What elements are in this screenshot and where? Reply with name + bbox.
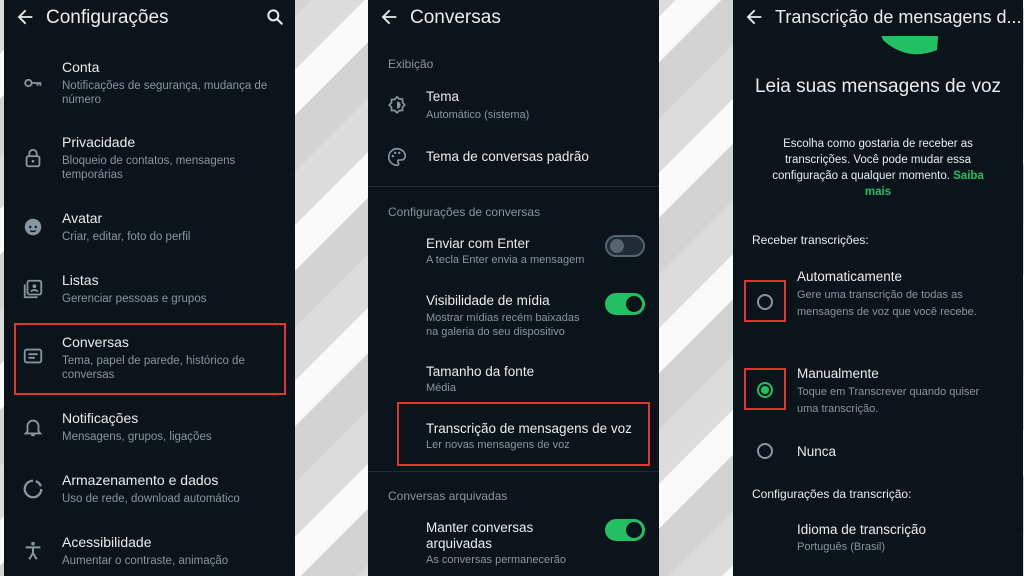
description-text: Escolha como gostaria de receber as tran…: [772, 138, 973, 182]
item-title: Manter conversas arquivadas: [426, 520, 534, 551]
item-title: Listas: [62, 272, 99, 288]
item-subtitle: Uso de rede, download automático: [62, 493, 240, 505]
key-icon: [24, 78, 42, 88]
setting-default-chat-theme[interactable]: Tema de conversas padrão: [368, 140, 659, 174]
top-bar: Configurações: [4, 0, 295, 36]
media-visibility-toggle[interactable]: [605, 293, 645, 315]
setting-keep-archived[interactable]: Manter conversas arquivadas As conversas…: [368, 516, 659, 576]
theme-icon: [388, 95, 406, 114]
back-arrow-icon[interactable]: [14, 6, 36, 28]
section-header-chat-settings: Configurações de conversas: [388, 205, 541, 219]
item-title: Conta: [62, 59, 100, 75]
item-title: Avatar: [62, 210, 103, 226]
section-header-archived: Conversas arquivadas: [388, 489, 508, 503]
item-subtitle: As conversas permanecerão: [426, 554, 567, 566]
setting-font-size[interactable]: Tamanho da fonte Média: [368, 360, 659, 398]
item-title: Privacidade: [62, 134, 136, 150]
option-subtitle: Gere uma transcrição de todas as mensage…: [797, 289, 977, 318]
option-title: Nunca: [797, 444, 837, 459]
settings-item-privacy[interactable]: Privacidade Bloqueio de contatos, mensag…: [4, 127, 295, 189]
option-title: Manualmente: [797, 366, 879, 381]
item-title: Tema: [426, 89, 460, 104]
toggle-knob: [610, 239, 624, 253]
description: Escolha como gostaria de receber as tran…: [763, 136, 993, 200]
item-subtitle: Mensagens, grupos, ligações: [62, 431, 212, 443]
item-title: Notificações: [62, 410, 139, 426]
item-subtitle: Português (Brasil): [797, 541, 886, 553]
back-arrow-icon[interactable]: [378, 6, 400, 28]
item-subtitle: Mostrar mídias recém baixadas na galeria…: [426, 312, 580, 338]
highlight-box: [744, 368, 786, 410]
search-icon[interactable]: [265, 7, 285, 27]
item-title: Visibilidade de mídia: [426, 293, 550, 308]
section-divider: [368, 186, 659, 187]
setting-theme[interactable]: Tema Automático (sistema): [368, 84, 659, 128]
highlight-box: [397, 402, 650, 466]
page-title: Configurações: [46, 7, 169, 28]
receive-label: Receber transcrições:: [752, 233, 869, 247]
item-title: Idioma de transcrição: [797, 522, 927, 537]
settings-item-avatar[interactable]: Avatar Criar, editar, foto do perfil: [4, 204, 295, 254]
settings-item-notifications[interactable]: Notificações Mensagens, grupos, ligações: [4, 404, 295, 454]
item-title: Tema de conversas padrão: [426, 149, 589, 164]
toggle-knob: [626, 296, 642, 312]
item-subtitle: Aumentar o contraste, animação: [62, 555, 229, 567]
item-title: Acessibilidade: [62, 534, 152, 550]
item-subtitle: Criar, editar, foto do perfil: [62, 231, 191, 243]
enter-send-toggle[interactable]: [605, 235, 645, 257]
item-subtitle: Média: [426, 382, 456, 394]
item-subtitle: Automático (sistema): [426, 109, 530, 121]
palette-icon: [388, 147, 407, 167]
item-subtitle: A tecla Enter envia a mensagem: [426, 254, 585, 266]
item-title: Armazenamento e dados: [62, 472, 219, 488]
highlight-box: [744, 280, 786, 322]
avatar-icon: [24, 218, 42, 236]
item-subtitle: Gerenciar pessoas e grupos: [62, 293, 207, 305]
item-title: Enviar com Enter: [426, 236, 530, 251]
list-icon: [23, 279, 43, 299]
settings-item-account[interactable]: Conta Notificações de segurança, mudança…: [4, 52, 295, 114]
settings-item-accessibility[interactable]: Acessibilidade Aumentar o contraste, ani…: [4, 528, 295, 576]
heading: Leia suas mensagens de voz: [754, 76, 1002, 97]
section-divider: [368, 471, 659, 472]
highlight-box: [14, 323, 286, 395]
radio-never[interactable]: [757, 443, 773, 459]
chats-settings-screen: Conversas Exibição Tema Automático (sist…: [368, 0, 659, 576]
page-title: Transcrição de mensagens d...: [775, 7, 1022, 27]
settings-item-storage[interactable]: Armazenamento e dados Uso de rede, downl…: [4, 466, 295, 516]
item-subtitle: Bloqueio de contatos, mensagens temporár…: [62, 155, 236, 181]
setting-enter-send[interactable]: Enviar com Enter A tecla Enter envia a m…: [368, 232, 659, 272]
section-header-display: Exibição: [388, 57, 434, 71]
option-never[interactable]: Nunca: [733, 440, 1023, 466]
item-title: Tamanho da fonte: [426, 364, 535, 379]
option-subtitle: Toque em Transcrever quando quiser uma t…: [797, 386, 980, 415]
settings-item-lists[interactable]: Listas Gerenciar pessoas e grupos: [4, 266, 295, 316]
keep-archived-toggle[interactable]: [605, 519, 645, 541]
page-title: Conversas: [410, 7, 501, 28]
bell-icon: [23, 419, 43, 437]
transcription-settings-label: Configurações da transcrição:: [752, 487, 912, 501]
setting-media-visibility[interactable]: Visibilidade de mídia Mostrar mídias rec…: [368, 290, 659, 344]
setting-transcription-language[interactable]: Idioma de transcrição Português (Brasil): [733, 518, 1023, 558]
top-bar: Transcrição de mensagens d...: [733, 0, 1023, 36]
settings-screen: Configurações Conta Notificações de segu…: [4, 0, 295, 576]
voice-transcription-screen: Transcrição de mensagens d... Leia suas …: [733, 0, 1023, 576]
option-title: Automaticamente: [797, 269, 903, 284]
lock-icon: [25, 148, 41, 168]
toggle-knob: [626, 522, 642, 538]
storage-icon: [23, 479, 43, 499]
accessibility-icon: [25, 541, 41, 560]
item-subtitle: Notificações de segurança, mudança de nú…: [62, 80, 268, 106]
top-bar: Conversas: [368, 0, 659, 36]
back-arrow-icon[interactable]: [743, 6, 765, 28]
